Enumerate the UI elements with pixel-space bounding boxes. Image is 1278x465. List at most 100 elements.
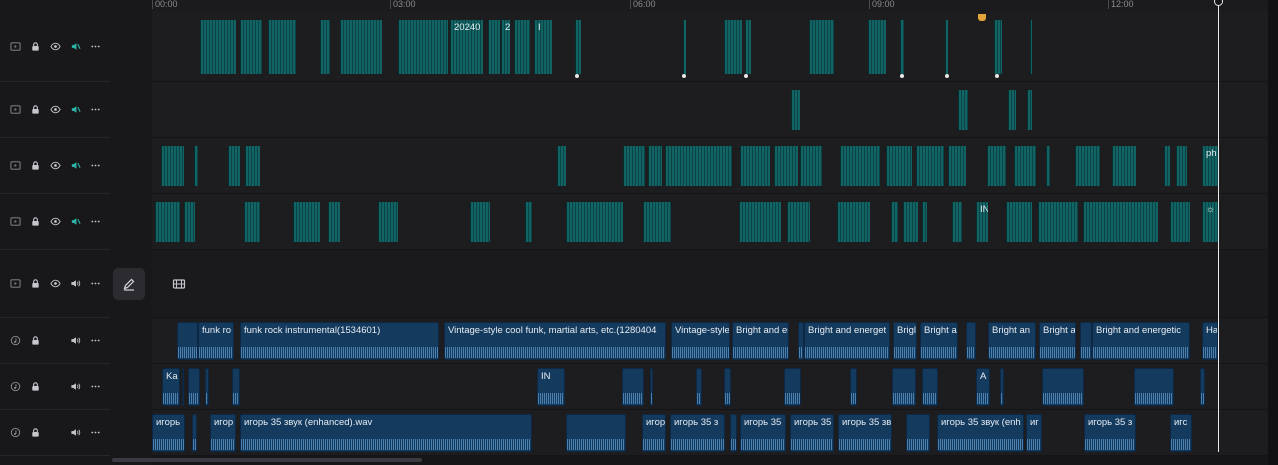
lock-icon[interactable] — [30, 41, 41, 52]
music-note-icon[interactable] — [10, 335, 21, 346]
cover-track[interactable] — [152, 250, 1268, 318]
audio-clip[interactable]: игор — [210, 414, 236, 452]
more-icon[interactable] — [90, 335, 101, 346]
video-clip[interactable] — [1006, 202, 1032, 242]
video-clip[interactable] — [868, 20, 886, 74]
video-clip[interactable] — [791, 90, 800, 130]
video-clip[interactable] — [1038, 202, 1078, 242]
more-icon[interactable] — [90, 41, 101, 52]
eye-icon[interactable] — [50, 278, 61, 289]
audio-clip[interactable] — [622, 368, 644, 406]
audio-clip[interactable]: IN — [537, 368, 565, 406]
video-clip[interactable] — [837, 202, 870, 242]
video-clip[interactable] — [891, 202, 898, 242]
video-clip[interactable] — [1027, 90, 1032, 130]
audio-clip[interactable] — [177, 322, 198, 360]
video-track[interactable]: 20240 2 I — [152, 12, 1268, 82]
video-clip[interactable] — [900, 20, 904, 74]
audio-clip[interactable] — [892, 368, 916, 406]
video-track[interactable]: ph — [152, 138, 1268, 194]
speaker-icon[interactable] — [70, 427, 81, 438]
audio-clip[interactable] — [188, 368, 200, 406]
video-clip[interactable] — [800, 146, 822, 186]
playhead[interactable] — [1218, 0, 1219, 452]
video-clip[interactable] — [525, 202, 532, 242]
video-clip[interactable] — [184, 202, 195, 242]
film-icon[interactable] — [10, 216, 21, 227]
video-clip[interactable] — [1083, 202, 1158, 242]
audio-clip[interactable]: Bright an — [988, 322, 1036, 360]
video-clip[interactable] — [557, 146, 566, 186]
video-clip[interactable] — [228, 146, 240, 186]
music-note-icon[interactable] — [10, 381, 21, 392]
video-clip[interactable]: 20240 — [450, 20, 483, 74]
video-clip[interactable] — [398, 20, 448, 74]
video-clip[interactable] — [945, 20, 948, 74]
audio-clip[interactable]: игс — [1170, 414, 1192, 452]
audio-clip[interactable]: Bright a — [1039, 322, 1076, 360]
video-clip[interactable] — [739, 202, 781, 242]
video-clip[interactable] — [240, 20, 262, 74]
keyframe-dot[interactable] — [900, 74, 904, 78]
video-clip[interactable] — [245, 146, 260, 186]
audio-clip[interactable] — [730, 414, 737, 452]
lock-icon[interactable] — [30, 278, 41, 289]
mute-teal-icon[interactable] — [70, 160, 81, 171]
film-icon[interactable] — [10, 160, 21, 171]
video-clip[interactable] — [643, 202, 671, 242]
timeline-marker[interactable] — [978, 14, 986, 21]
video-clip[interactable] — [958, 90, 968, 130]
video-clip[interactable] — [840, 146, 880, 186]
speaker-icon[interactable] — [70, 278, 81, 289]
video-clip[interactable] — [293, 202, 320, 242]
audio-clip[interactable]: игорь 35 зв — [838, 414, 892, 452]
audio-clip[interactable] — [650, 368, 653, 406]
audio-clip[interactable]: Vintage-style cool funk, martial arts, e… — [444, 322, 666, 360]
keyframe-dot[interactable] — [682, 74, 686, 78]
audio-clip[interactable] — [850, 368, 857, 406]
video-clip[interactable] — [320, 20, 330, 74]
video-clip[interactable] — [683, 20, 686, 74]
lock-icon[interactable] — [30, 104, 41, 115]
audio-clip[interactable]: игорь 35 — [740, 414, 786, 452]
eye-icon[interactable] — [50, 104, 61, 115]
speaker-icon[interactable] — [70, 381, 81, 392]
more-icon[interactable] — [90, 216, 101, 227]
video-clip[interactable] — [994, 20, 1002, 74]
timeline-ruler[interactable]: 00:00 03:00 06:00 09:00 12:00 — [152, 0, 1278, 12]
film-icon[interactable] — [10, 104, 21, 115]
mute-teal-icon[interactable] — [70, 104, 81, 115]
video-clip[interactable] — [268, 20, 296, 74]
audio-clip[interactable] — [182, 368, 184, 406]
audio-clip[interactable] — [696, 368, 702, 406]
more-icon[interactable] — [90, 278, 101, 289]
video-clip[interactable] — [948, 146, 966, 186]
lock-icon[interactable] — [30, 160, 41, 171]
audio-clip[interactable]: Bright and er — [732, 322, 789, 360]
audio-track[interactable]: игорь игор игорь 35 звук (enhanced).wav иго… — [152, 410, 1268, 456]
keyframe-dot[interactable] — [575, 74, 579, 78]
audio-clip[interactable]: Vintage-style — [671, 322, 730, 360]
audio-clip[interactable]: funk ro — [198, 322, 234, 360]
horizontal-scrollbar[interactable] — [112, 458, 422, 462]
eye-icon[interactable] — [50, 216, 61, 227]
video-clip[interactable] — [952, 202, 962, 242]
audio-clip[interactable] — [966, 322, 976, 360]
video-clip[interactable] — [1046, 146, 1050, 186]
video-clip[interactable]: 2 — [501, 20, 510, 74]
audio-clip[interactable]: Brigl — [893, 322, 917, 360]
audio-clip[interactable] — [1042, 368, 1084, 406]
audio-clip[interactable]: игорь 35 з — [1084, 414, 1136, 452]
video-clip[interactable] — [194, 146, 198, 186]
video-clip[interactable] — [1030, 20, 1032, 74]
audio-track[interactable]: funk ro funk rock instrumental(1534601) Vi… — [152, 318, 1268, 364]
video-clip[interactable]: ☼ — [1202, 202, 1218, 242]
more-icon[interactable] — [90, 104, 101, 115]
audio-clip[interactable]: A — [976, 368, 990, 406]
video-clip[interactable] — [1164, 146, 1170, 186]
audio-clip[interactable]: иг — [1026, 414, 1042, 452]
video-clip[interactable] — [922, 202, 927, 242]
audio-clip[interactable]: Ka — [162, 368, 180, 406]
eye-icon[interactable] — [50, 41, 61, 52]
keyframe-dot[interactable] — [744, 74, 748, 78]
